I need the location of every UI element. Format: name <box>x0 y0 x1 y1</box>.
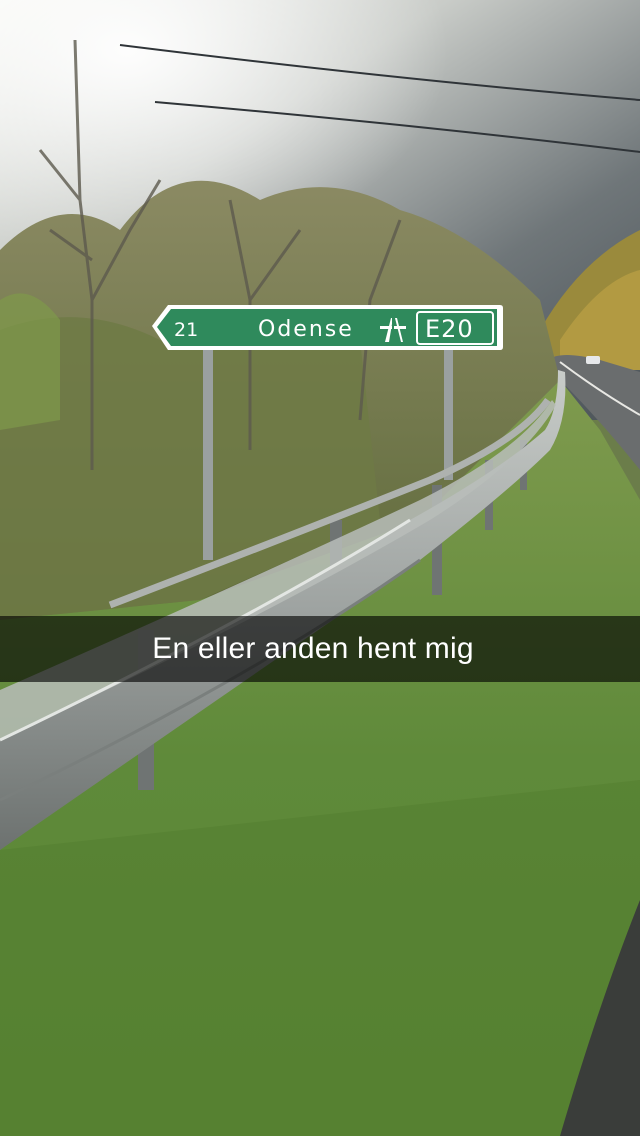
snap-caption-bar[interactable]: En eller anden hent mig <box>0 616 640 682</box>
exit-number: 21 <box>174 319 198 341</box>
road-sign: 21 Odense E20 <box>152 305 503 350</box>
route-label: E20 <box>425 315 474 343</box>
snap-screen[interactable]: 21 Odense E20 En eller anden hent mig <box>0 0 640 1136</box>
destination-label: Odense <box>258 317 354 342</box>
motorway-icon <box>378 311 408 345</box>
photo: 21 Odense E20 <box>0 0 640 1136</box>
snap-caption-text: En eller anden hent mig <box>152 632 474 665</box>
